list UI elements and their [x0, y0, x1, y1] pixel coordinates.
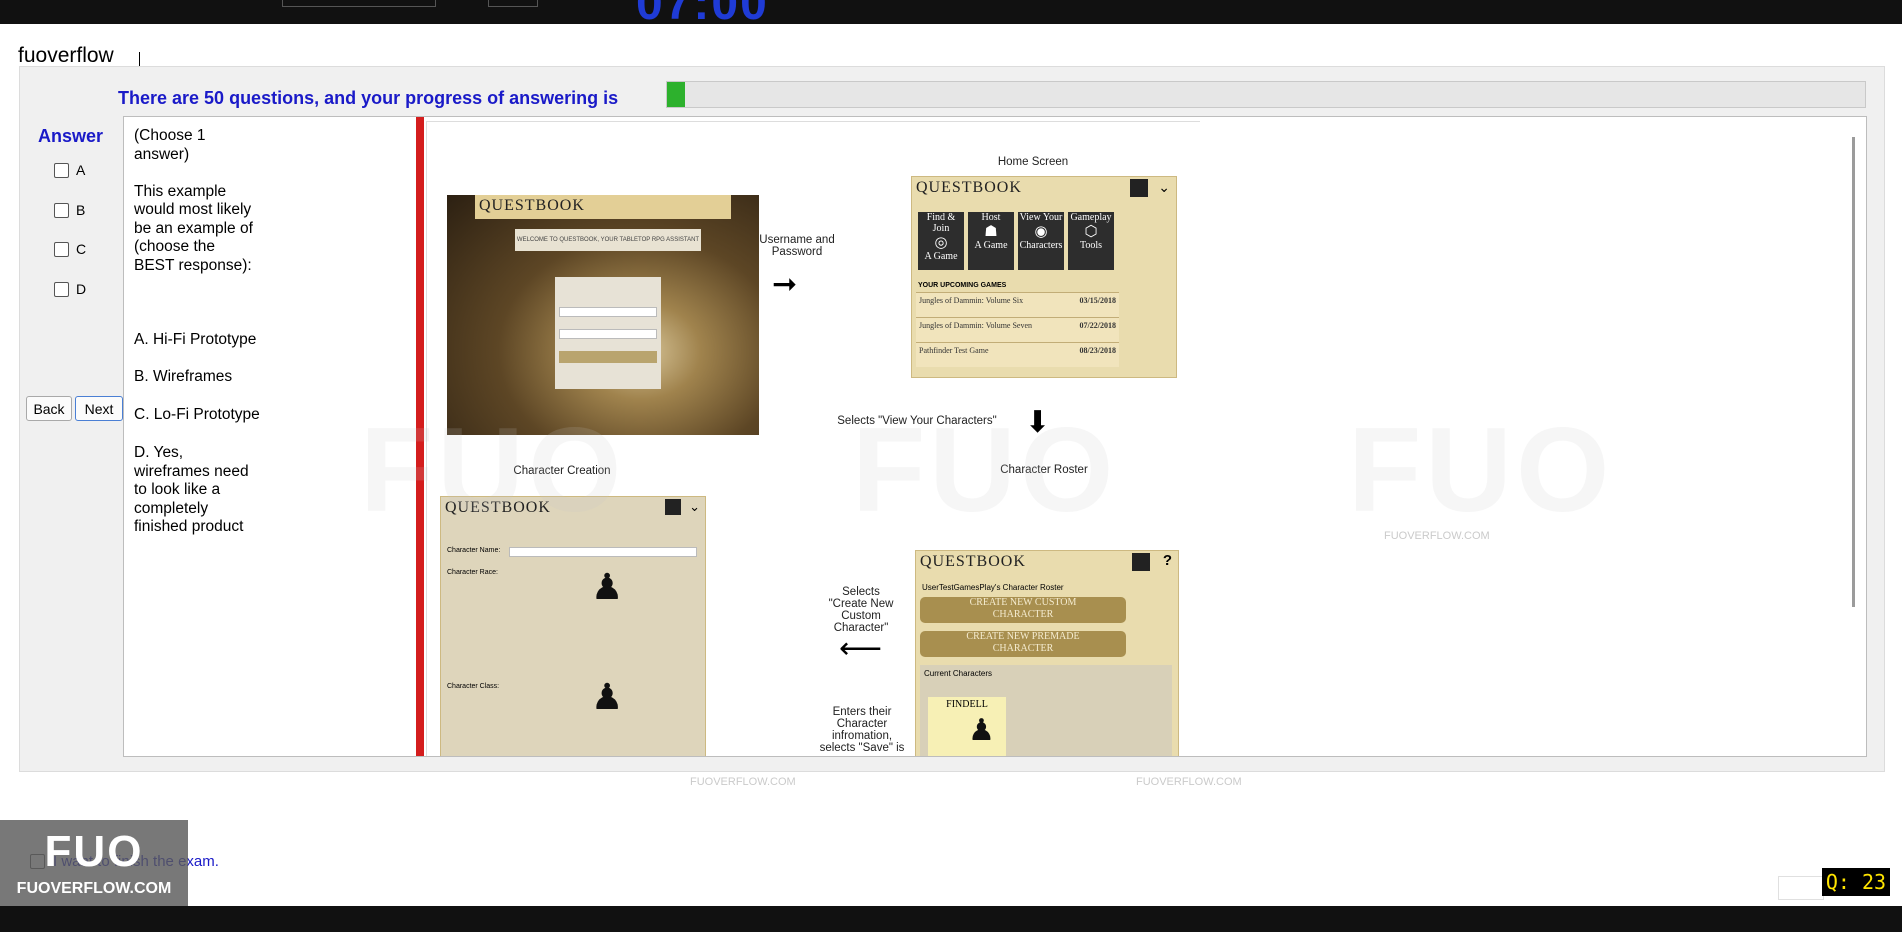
bottom-bar	[0, 906, 1902, 932]
option-label: B	[76, 202, 86, 218]
chevron-down-icon: ⌄	[689, 499, 700, 514]
option-label: D	[76, 281, 87, 297]
caption-home-screen: Home Screen	[997, 156, 1069, 168]
caption-enters-info: Enters their Character infromation, sele…	[819, 706, 905, 754]
roster-title: UserTestGamesPlay's Character Roster	[922, 583, 1064, 592]
progress-bar	[666, 81, 1866, 108]
game-row: Jungles of Dammin: Volume Six 03/15/2018	[916, 292, 1119, 317]
option-label: A	[76, 162, 86, 178]
exam-timer: 07:00	[636, 0, 769, 24]
back-button[interactable]: Back	[26, 396, 72, 421]
current-characters-label: Current Characters	[924, 669, 993, 678]
target-icon: ◉	[1034, 224, 1048, 240]
watermark-text: FUOVERFLOW.COM	[1136, 776, 1242, 788]
answer-title: Answer	[38, 126, 104, 146]
person-icon: ♟	[968, 714, 995, 747]
app-name: QUESTBOOK	[920, 553, 1026, 570]
top-dropdown[interactable]	[282, 0, 436, 7]
choice-c: C. Lo-Fi Prototype	[134, 406, 260, 423]
top-bar: 07:00	[0, 0, 1902, 24]
caption-selects-create: Selects "Create New Custom Character"	[828, 586, 894, 634]
name-field	[509, 547, 697, 557]
answer-option-b[interactable]: B	[54, 202, 85, 218]
option-label: C	[76, 241, 87, 257]
login-welcome: WELCOME TO QUESTBOOK, YOUR TABLETOP RPG …	[515, 229, 701, 251]
app-name: QUESTBOOK	[916, 179, 1022, 196]
login-screen-mockup: QUESTBOOK WELCOME TO QUESTBOOK, YOUR TAB…	[447, 195, 759, 435]
home-screen-mockup: QUESTBOOK ⌄ Find & Join ◎ A Game Host ☗ A Ga…	[911, 176, 1177, 378]
login-form	[555, 277, 661, 389]
progress-fill	[667, 82, 685, 107]
tile-gameplay: Gameplay ⬡ Tools	[1068, 212, 1114, 270]
group-icon: ☗	[984, 224, 998, 240]
avatar	[665, 499, 681, 515]
choice-a: A. Hi-Fi Prototype	[134, 331, 257, 348]
answer-option-a[interactable]: A	[54, 162, 85, 178]
game-row: Jungles of Dammin: Volume Seven 07/22/201…	[916, 317, 1119, 342]
answer-option-c[interactable]: C	[54, 241, 86, 257]
cube-icon: ⬡	[1084, 224, 1098, 240]
question-prompt: (Choose 1 answer) This example would mos…	[134, 127, 253, 274]
corner-field[interactable]	[1778, 876, 1824, 900]
answer-option-d[interactable]: D	[54, 281, 86, 297]
arrow-right-icon: ➞	[772, 268, 798, 301]
watermark-text: FUOVERFLOW.COM	[690, 776, 796, 788]
game-row: Pathfinder Test Game 08/23/2018	[916, 342, 1119, 367]
watermark-fuo: FUO	[360, 403, 626, 537]
upcoming-games-label: YOUR UPCOMING GAMES	[918, 282, 1007, 289]
fuoverflow-logo: FUO FUOVERFLOW.COM	[0, 820, 188, 908]
checkbox-b[interactable]	[54, 202, 69, 218]
person-icon: ♟	[591, 676, 624, 717]
login-header: QUESTBOOK	[475, 195, 731, 219]
username-field	[559, 307, 657, 317]
checkbox-c[interactable]	[54, 241, 69, 257]
app-name: QUESTBOOK	[479, 197, 585, 214]
character-roster-mockup: QUESTBOOK ? UserTestGamesPlay's Characte…	[915, 550, 1179, 756]
create-premade-character-button: CREATE NEW PREMADE CHARACTER	[920, 631, 1126, 657]
next-button[interactable]: Next	[75, 396, 123, 421]
question-counter: Q: 23	[1822, 868, 1890, 896]
choice-b: B. Wireframes	[134, 368, 233, 385]
password-field	[559, 329, 657, 339]
chevron-down-icon: ⌄	[1158, 179, 1170, 195]
brand-name: fuoverflow	[18, 44, 114, 67]
vertical-scrollbar[interactable]	[1852, 137, 1855, 607]
person-icon: ♟	[591, 566, 624, 607]
top-small-field[interactable]	[488, 0, 538, 7]
field-label: Character Class:	[447, 683, 500, 690]
checkbox-a[interactable]	[54, 162, 69, 178]
avatar	[1132, 553, 1150, 571]
watermark-fuo: FUO	[1348, 403, 1614, 537]
caption-username: Username and Password	[759, 234, 835, 258]
current-characters-section: Current Characters FINDELL ♟	[920, 665, 1172, 756]
progress-label: There are 50 questions, and your progres…	[118, 88, 619, 108]
tile-host: Host ☗ A Game	[968, 212, 1014, 270]
character-card: FINDELL ♟	[928, 697, 1006, 756]
field-label: Character Race:	[447, 569, 498, 576]
compass-icon: ◎	[934, 235, 948, 251]
help-icon: ?	[1162, 552, 1172, 569]
watermark-fuo: FUO	[852, 403, 1118, 537]
tile-find-join: Find & Join ◎ A Game	[918, 212, 964, 270]
choice-d: D. Yes, wireframes need to look like a c…	[134, 444, 249, 535]
tile-view-characters: View Your ◉ Characters	[1018, 212, 1064, 270]
create-custom-character-button: CREATE NEW CUSTOM CHARACTER	[920, 597, 1126, 623]
checkbox-d[interactable]	[54, 281, 69, 297]
avatar	[1130, 179, 1148, 197]
field-label: Character Name:	[447, 547, 501, 554]
login-button	[559, 351, 657, 363]
arrow-left-icon: ⟵	[839, 632, 883, 665]
watermark-text: FUOVERFLOW.COM	[1384, 530, 1490, 542]
